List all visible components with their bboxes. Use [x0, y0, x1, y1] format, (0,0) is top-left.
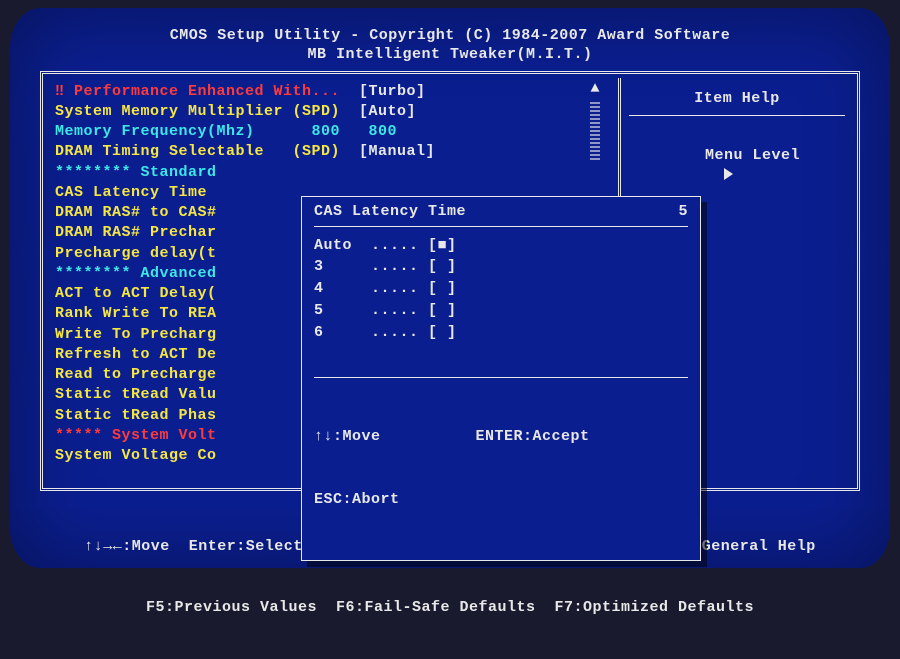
popup-option[interactable]: 3 ..... [ ]	[314, 256, 688, 278]
bios-header: CMOS Setup Utility - Copyright (C) 1984-…	[40, 26, 860, 65]
popup-option[interactable]: Auto ..... [■]	[314, 235, 688, 257]
menu-level-row: Menu Level	[629, 126, 845, 207]
chevron-right-icon	[724, 168, 733, 180]
help-title: Item Help	[629, 82, 845, 116]
setting-row[interactable]: DRAM Timing Selectable (SPD) [Manual]	[55, 142, 604, 162]
setting-value: [Turbo]	[359, 83, 426, 100]
popup-option[interactable]: 6 ..... [ ]	[314, 322, 688, 344]
popup-option[interactable]: 5 ..... [ ]	[314, 300, 688, 322]
setting-label: ‼ Performance Enhanced With...	[55, 83, 359, 100]
bios-screen: CMOS Setup Utility - Copyright (C) 1984-…	[10, 8, 890, 568]
setting-value: 800	[359, 123, 397, 140]
setting-label: DRAM Timing Selectable (SPD)	[55, 143, 359, 160]
setting-label: ******** Standard	[55, 164, 359, 181]
setting-value: [Manual]	[359, 143, 435, 160]
popup-title: CAS Latency Time	[314, 203, 466, 220]
menu-level-label: Menu Level	[705, 147, 800, 164]
scroll-up-icon[interactable]: ▲	[590, 80, 600, 97]
setting-row[interactable]: ******** Standard	[55, 163, 604, 183]
popup-hint-move: ↑↓:Move ENTER:Accept	[314, 426, 688, 447]
option-popup: CAS Latency Time 5 Auto ..... [■]3 .....…	[301, 196, 701, 562]
scrollbar[interactable]	[590, 100, 600, 160]
main-frame: ▲ ‼ Performance Enhanced With... [Turbo]…	[40, 71, 860, 491]
footer-line2: F5:Previous Values F6:Fail-Safe Defaults…	[40, 598, 860, 618]
setting-label: System Memory Multiplier (SPD)	[55, 103, 359, 120]
popup-option-list: Auto ..... [■]3 ..... [ ]4 ..... [ ]5 ..…	[314, 235, 688, 344]
setting-value: [Auto]	[359, 103, 416, 120]
setting-label: Memory Frequency(Mhz) 800	[55, 123, 359, 140]
header-line1: CMOS Setup Utility - Copyright (C) 1984-…	[40, 26, 860, 46]
popup-option[interactable]: 4 ..... [ ]	[314, 278, 688, 300]
popup-header: CAS Latency Time 5	[314, 203, 688, 227]
header-line2: MB Intelligent Tweaker(M.I.T.)	[40, 45, 860, 65]
setting-row[interactable]: ‼ Performance Enhanced With... [Turbo]	[55, 82, 604, 102]
popup-hint-abort: ESC:Abort	[314, 489, 688, 510]
popup-footer: ↑↓:Move ENTER:Accept ESC:Abort	[314, 377, 688, 552]
setting-row[interactable]: Memory Frequency(Mhz) 800 800	[55, 122, 604, 142]
popup-current-value: 5	[678, 203, 688, 220]
setting-row[interactable]: System Memory Multiplier (SPD) [Auto]	[55, 102, 604, 122]
